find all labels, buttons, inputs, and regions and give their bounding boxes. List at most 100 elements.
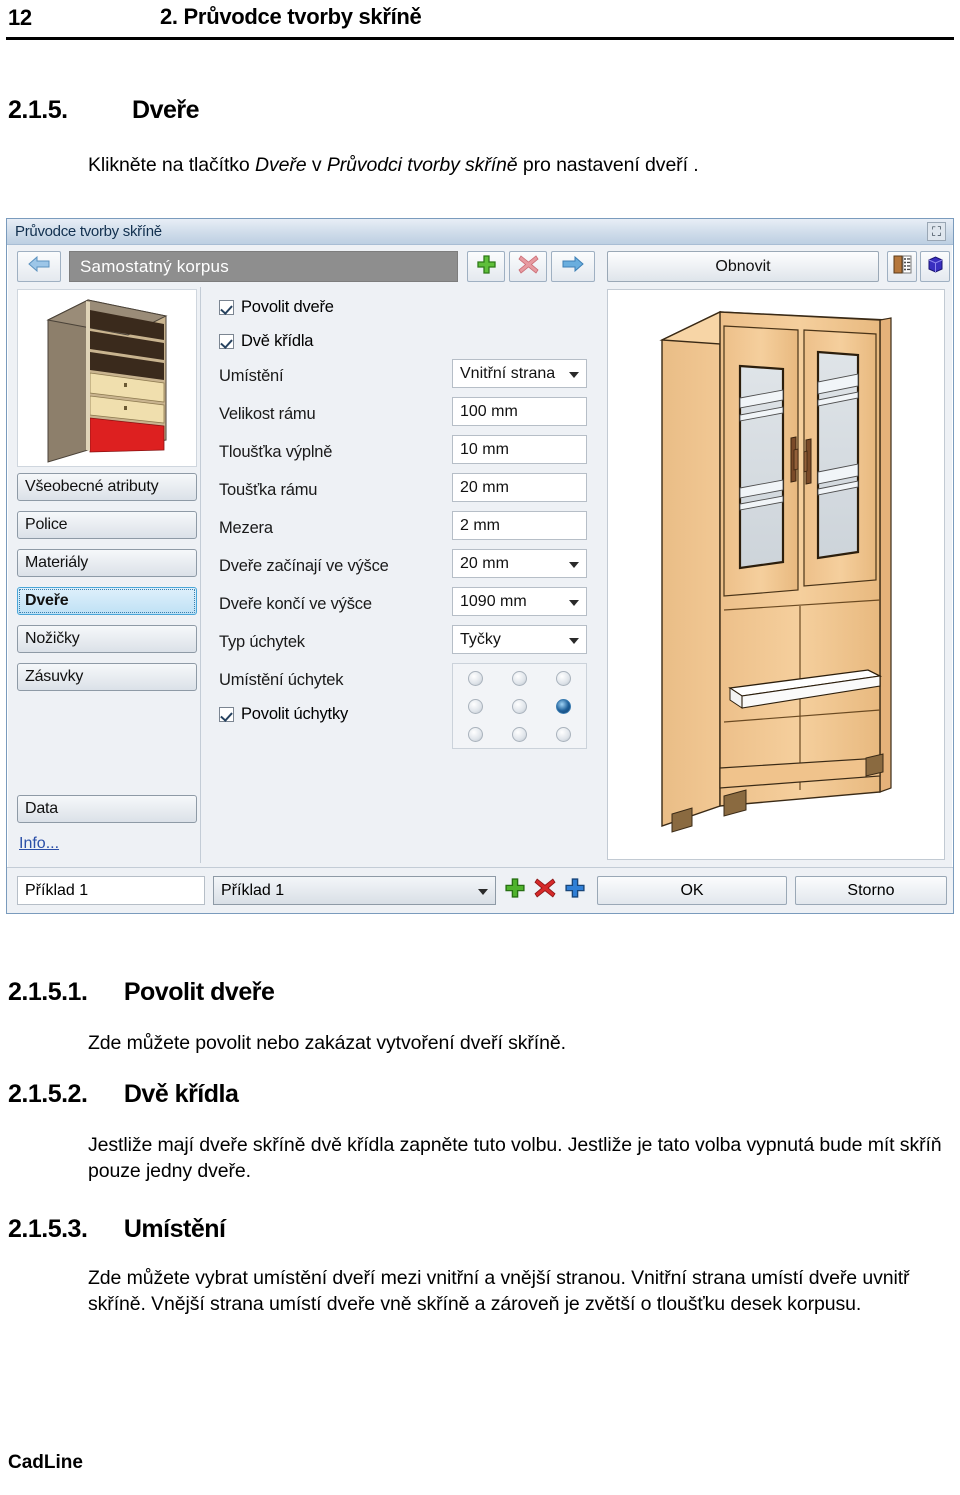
sidebar-item-police[interactable]: Police bbox=[17, 511, 197, 539]
breadcrumb[interactable]: Samostatný korpus bbox=[69, 251, 458, 282]
sidebar-item-vseobecne-atributy[interactable]: Všeobecné atributy bbox=[17, 473, 197, 501]
section-heading-2-1-5: 2.1.5. Dveře bbox=[8, 96, 200, 125]
two-wings-label: Dvě křídla bbox=[241, 332, 314, 350]
preview-panel bbox=[603, 287, 949, 863]
cancel-button[interactable]: Storno bbox=[795, 876, 947, 905]
enable-doors-checkbox[interactable]: Povolit dveře bbox=[219, 298, 334, 317]
plus-green-icon bbox=[476, 254, 497, 280]
section-title: Umístění bbox=[123, 1215, 226, 1243]
sidebar-item-zasuvky[interactable]: Zásuvky bbox=[17, 663, 197, 691]
preset-name-field[interactable]: Příklad 1 bbox=[17, 876, 205, 905]
handle-radio-8[interactable] bbox=[556, 726, 572, 742]
handle-radio-4[interactable] bbox=[511, 698, 527, 714]
field-value: 20 mm bbox=[460, 478, 509, 496]
dialog-toolbar: Samostatný korpus Obnovit bbox=[7, 246, 953, 288]
preset-combo[interactable]: Příklad 1 bbox=[213, 876, 496, 905]
section-title: Povolit dveře bbox=[123, 978, 275, 1006]
field-toustka-ramu[interactable]: 20 mm bbox=[452, 473, 587, 502]
refresh-button[interactable]: Obnovit bbox=[607, 251, 879, 282]
sidebar-item-label: Nožičky bbox=[25, 630, 80, 647]
cross-red-icon bbox=[517, 254, 539, 280]
preset-add-button[interactable] bbox=[501, 876, 529, 905]
dialog-sidebar: Všeobecné atributy Police Materiály Dveř… bbox=[13, 287, 201, 863]
preset-delete-button[interactable] bbox=[531, 876, 559, 905]
close-icon[interactable]: ⛶ bbox=[927, 222, 946, 241]
sidebar-item-nozicky[interactable]: Nožičky bbox=[17, 625, 197, 653]
label-toustka-ramu: Toušťka rámu bbox=[219, 481, 318, 499]
handle-radio-0[interactable] bbox=[467, 670, 483, 686]
plus-green-icon bbox=[504, 877, 526, 904]
preset-duplicate-button[interactable] bbox=[561, 876, 589, 905]
section-body-2-1-5-2: Jestliže mají dveře skříně dvě křídla za… bbox=[88, 1134, 942, 1182]
sidebar-item-label: Dveře bbox=[25, 592, 69, 609]
section-number: 2.1.5.1. bbox=[8, 978, 88, 1006]
info-link[interactable]: Info... bbox=[19, 835, 59, 853]
field-dvere-konci[interactable]: 1090 mm bbox=[452, 587, 587, 616]
field-typ-uchytek[interactable]: Tyčky bbox=[452, 625, 587, 654]
field-value: Tyčky bbox=[460, 630, 501, 648]
label-dvere-zacinaji: Dveře začínají ve výšce bbox=[219, 557, 389, 575]
wardrobe-3d-preview[interactable] bbox=[607, 289, 945, 860]
data-button-label: Data bbox=[25, 800, 58, 817]
field-dvere-zacinaji[interactable]: 20 mm bbox=[452, 549, 587, 578]
chevron-down-icon bbox=[569, 561, 579, 568]
chevron-down-icon bbox=[478, 888, 488, 895]
forward-button[interactable] bbox=[551, 251, 595, 282]
running-head: 2. Průvodce tvorby skříně bbox=[160, 4, 422, 29]
dialog-body: Všeobecné atributy Police Materiály Dveř… bbox=[7, 287, 953, 869]
checkbox-checked-icon bbox=[219, 334, 234, 349]
sidebar-item-label: Zásuvky bbox=[25, 668, 84, 685]
handle-radio-2[interactable] bbox=[556, 670, 572, 686]
door-settings-form: Povolit dveře Dvě křídla Umístění Vnitřn… bbox=[207, 287, 599, 863]
checkbox-checked-icon bbox=[219, 300, 234, 315]
ok-button[interactable]: OK bbox=[597, 876, 787, 905]
label-umisteni: Umístění bbox=[219, 367, 284, 385]
cube-3d-icon bbox=[926, 255, 945, 279]
data-button[interactable]: Data bbox=[17, 795, 197, 823]
section-heading-2-1-5-1: 2.1.5.1. Povolit dveře bbox=[8, 978, 275, 1007]
section-number: 2.1.5. bbox=[8, 96, 68, 124]
page-number: 12 bbox=[8, 5, 32, 30]
two-wings-checkbox[interactable]: Dvě křídla bbox=[219, 332, 313, 351]
door-list-button[interactable] bbox=[887, 251, 917, 282]
field-mezera[interactable]: 2 mm bbox=[452, 511, 587, 540]
section-number: 2.1.5.3. bbox=[8, 1215, 88, 1243]
arrow-right-icon bbox=[561, 255, 585, 277]
handle-radio-7[interactable] bbox=[511, 726, 527, 742]
delete-button[interactable] bbox=[509, 251, 547, 282]
label-tloustka-vyplne: Tloušťka výplně bbox=[219, 443, 333, 461]
view-3d-button[interactable] bbox=[920, 251, 950, 282]
field-tloustka-vyplne[interactable]: 10 mm bbox=[452, 435, 587, 464]
handle-radio-6[interactable] bbox=[467, 726, 483, 742]
enable-handles-label: Povolit úchytky bbox=[241, 705, 349, 723]
label-umisteni-uchytek: Umístění úchytek bbox=[219, 671, 344, 689]
add-button[interactable] bbox=[467, 251, 505, 282]
handle-radio-1[interactable] bbox=[511, 670, 527, 686]
section-number: 2.1.5.2. bbox=[8, 1080, 88, 1108]
sidebar-item-label: Police bbox=[25, 516, 68, 533]
field-umisteni[interactable]: Vnitřní strana bbox=[452, 359, 587, 388]
sidebar-item-materialy[interactable]: Materiály bbox=[17, 549, 197, 577]
section-body-2-1-5-3: Zde můžete vybrat umístění dveří mezi vn… bbox=[88, 1267, 910, 1315]
label-dvere-konci: Dveře končí ve výšce bbox=[219, 595, 372, 613]
enable-handles-checkbox[interactable]: Povolit úchytky bbox=[219, 705, 348, 724]
plus-blue-icon bbox=[564, 877, 586, 904]
header-divider bbox=[6, 37, 954, 40]
label-typ-uchytek: Typ úchytek bbox=[219, 633, 305, 651]
field-velikost-ramu[interactable]: 100 mm bbox=[452, 397, 587, 426]
handle-position-grid[interactable] bbox=[452, 663, 587, 749]
back-button[interactable] bbox=[17, 251, 61, 282]
page-header: 12 2. Průvodce tvorby skříně bbox=[0, 0, 960, 46]
enable-doors-label: Povolit dveře bbox=[241, 298, 334, 316]
handle-radio-3[interactable] bbox=[467, 698, 483, 714]
field-value: 2 mm bbox=[460, 516, 500, 534]
section-heading-2-1-5-3: 2.1.5.3. Umístění bbox=[8, 1215, 226, 1244]
dialog-titlebar: Průvodce tvorby skříně ⛶ bbox=[7, 219, 953, 245]
handle-radio-5[interactable] bbox=[556, 698, 572, 714]
field-value: 10 mm bbox=[460, 440, 509, 458]
arrow-left-icon bbox=[27, 255, 51, 277]
wardrobe-wizard-dialog: Průvodce tvorby skříně ⛶ Samostatný korp… bbox=[6, 218, 954, 914]
field-value: Vnitřní strana bbox=[460, 364, 556, 382]
footer-brand: CadLine bbox=[8, 1452, 83, 1473]
sidebar-item-dvere[interactable]: Dveře bbox=[17, 587, 197, 615]
